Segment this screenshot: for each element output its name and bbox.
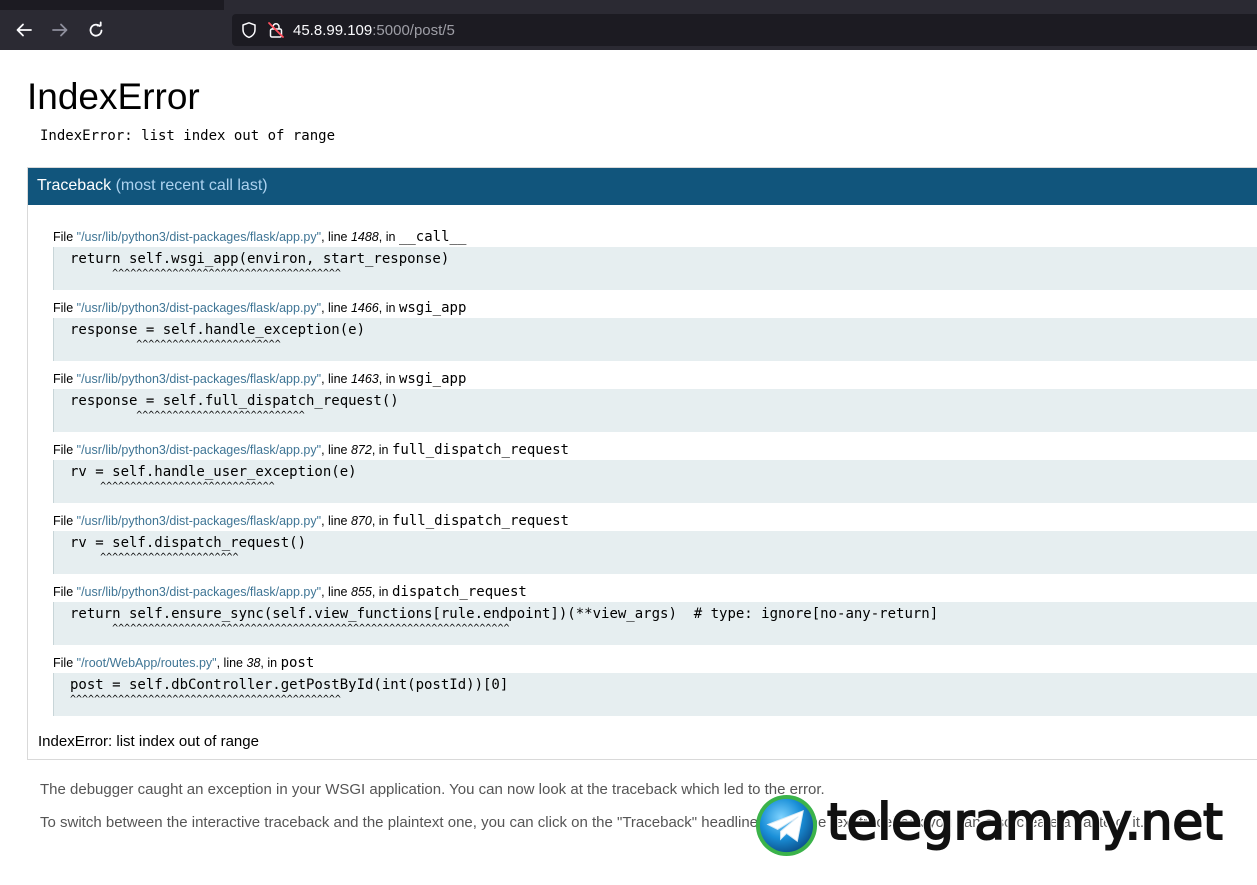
frame-location: File "/root/WebApp/routes.py", line 38, … [53,655,314,671]
error-message: IndexError: list index out of range [40,128,336,144]
frame-line-number: 1466 [350,301,379,315]
caret-marker: ^^^^^^^^^^^^^^^^^^^^^^^^ [70,339,281,350]
line-label: , line [321,301,348,315]
frame-function: wsgi_app [398,371,467,387]
caret-marker: ^^^^^^^^^^^^^^^^^^^^^^^^^^^^^^^^^^^^^^^^… [70,623,510,634]
frame-line-number: 870 [350,514,372,528]
traceback-final-error: IndexError: list index out of range [38,733,259,750]
frame-location: File "/usr/lib/python3/dist-packages/fla… [53,229,466,245]
in-label: , in [371,443,389,457]
frame-function: post [280,655,315,671]
file-label: File [53,585,74,599]
frame-filename[interactable]: "/usr/lib/python3/dist-packages/flask/ap… [77,301,321,315]
back-button[interactable] [10,16,38,44]
line-label: , line [321,230,348,244]
source-line: response = self.full_dispatch_request() [70,393,399,409]
line-label: , line [321,585,348,599]
in-label: , in [371,585,389,599]
traceback-headline[interactable]: Traceback (most recent call last) [28,168,1257,205]
insecure-lock-icon[interactable] [267,21,285,39]
frame-function: __call__ [398,229,467,245]
frame-line-number: 855 [350,585,372,599]
frame-line-number: 1488 [350,230,379,244]
file-label: File [53,443,74,457]
in-label: , in [371,514,389,528]
line-label: , line [321,443,348,457]
arrow-right-icon [52,23,68,37]
url-host: 45.8.99.109 [293,22,373,39]
line-label: , line [321,514,348,528]
line-label: , line [216,656,244,670]
caret-marker: ^^^^^^^^^^^^^^^^^^^^^^^^^^^^^ [70,481,275,492]
source-line: response = self.handle_exception(e) [70,322,366,338]
browser-toolbar: 45.8.99.109:5000/post/5 [0,10,1257,50]
frame-source[interactable]: return self.wsgi_app(environ, start_resp… [53,247,1257,290]
frame-function: full_dispatch_request [391,442,569,458]
active-tab[interactable] [0,0,224,10]
frame-line-number: 1463 [350,372,379,386]
caret-marker: ^^^^^^^^^^^^^^^^^^^^^^^^^^^^ [70,410,305,421]
frame-location: File "/usr/lib/python3/dist-packages/fla… [53,371,466,387]
source-line: return self.wsgi_app(environ, start_resp… [70,251,450,267]
frame-filename[interactable]: "/usr/lib/python3/dist-packages/flask/ap… [77,230,321,244]
frame-source[interactable]: rv = self.dispatch_request() ^^^^^^^^^^^… [53,531,1257,574]
in-label: , in [378,230,396,244]
frame-filename[interactable]: "/usr/lib/python3/dist-packages/flask/ap… [77,585,321,599]
file-label: File [53,372,74,386]
browser-tabstrip [0,0,1257,10]
frame-line-number: 872 [350,443,372,457]
frame-source[interactable]: response = self.handle_exception(e) ^^^^… [53,318,1257,361]
frame-location: File "/usr/lib/python3/dist-packages/fla… [53,513,569,529]
frame-line-number: 38 [246,656,261,670]
source-line: return self.ensure_sync(self.view_functi… [70,606,939,622]
frame-source[interactable]: post = self.dbController.getPostById(int… [53,673,1257,716]
frame-function: full_dispatch_request [391,513,569,529]
traceback-subtitle: (most recent call last) [115,177,268,194]
forward-button[interactable] [46,16,74,44]
line-label: , line [321,372,348,386]
in-label: , in [260,656,278,670]
arrow-left-icon [16,23,32,37]
telegram-logo-icon [755,794,818,857]
file-label: File [53,230,74,244]
frame-filename[interactable]: "/root/WebApp/routes.py" [77,656,217,670]
error-title: IndexError [27,76,200,117]
frame-function: wsgi_app [398,300,467,316]
watermark-text: telegrammy.net [826,792,1224,852]
address-bar[interactable]: 45.8.99.109:5000/post/5 [232,14,1257,46]
frame-location: File "/usr/lib/python3/dist-packages/fla… [53,442,569,458]
source-line: rv = self.dispatch_request() [70,535,307,551]
frame-filename[interactable]: "/usr/lib/python3/dist-packages/flask/ap… [77,372,321,386]
url-text[interactable]: 45.8.99.109:5000/post/5 [293,22,455,39]
file-label: File [53,514,74,528]
url-path: :5000/post/5 [372,22,455,39]
frame-function: dispatch_request [391,584,527,600]
source-line: post = self.dbController.getPostById(int… [70,677,509,693]
in-label: , in [378,301,396,315]
source-line: rv = self.handle_user_exception(e) [70,464,357,480]
frame-source[interactable]: return self.ensure_sync(self.view_functi… [53,602,1257,645]
caret-marker: ^^^^^^^^^^^^^^^^^^^^^^^^^^^^^^^^^^^^^^^^… [70,694,341,705]
frame-filename[interactable]: "/usr/lib/python3/dist-packages/flask/ap… [77,443,321,457]
frame-location: File "/usr/lib/python3/dist-packages/fla… [53,300,466,316]
frame-location: File "/usr/lib/python3/dist-packages/fla… [53,584,527,600]
frame-source[interactable]: response = self.full_dispatch_request() … [53,389,1257,432]
caret-marker: ^^^^^^^^^^^^^^^^^^^^^^^ [70,552,239,563]
reload-icon [89,21,103,37]
shield-icon[interactable] [240,21,258,39]
caret-marker: ^^^^^^^^^^^^^^^^^^^^^^^^^^^^^^^^^^^^^^ [70,268,341,279]
traceback-word: Traceback [37,177,112,194]
file-label: File [53,656,74,670]
explanation-text-1: The debugger caught an exception in your… [40,781,825,798]
in-label: , in [378,372,396,386]
frame-source[interactable]: rv = self.handle_user_exception(e) ^^^^^… [53,460,1257,503]
file-label: File [53,301,74,315]
frame-filename[interactable]: "/usr/lib/python3/dist-packages/flask/ap… [77,514,321,528]
traceback: Traceback (most recent call last) File "… [27,167,1257,760]
reload-button[interactable] [82,16,110,44]
